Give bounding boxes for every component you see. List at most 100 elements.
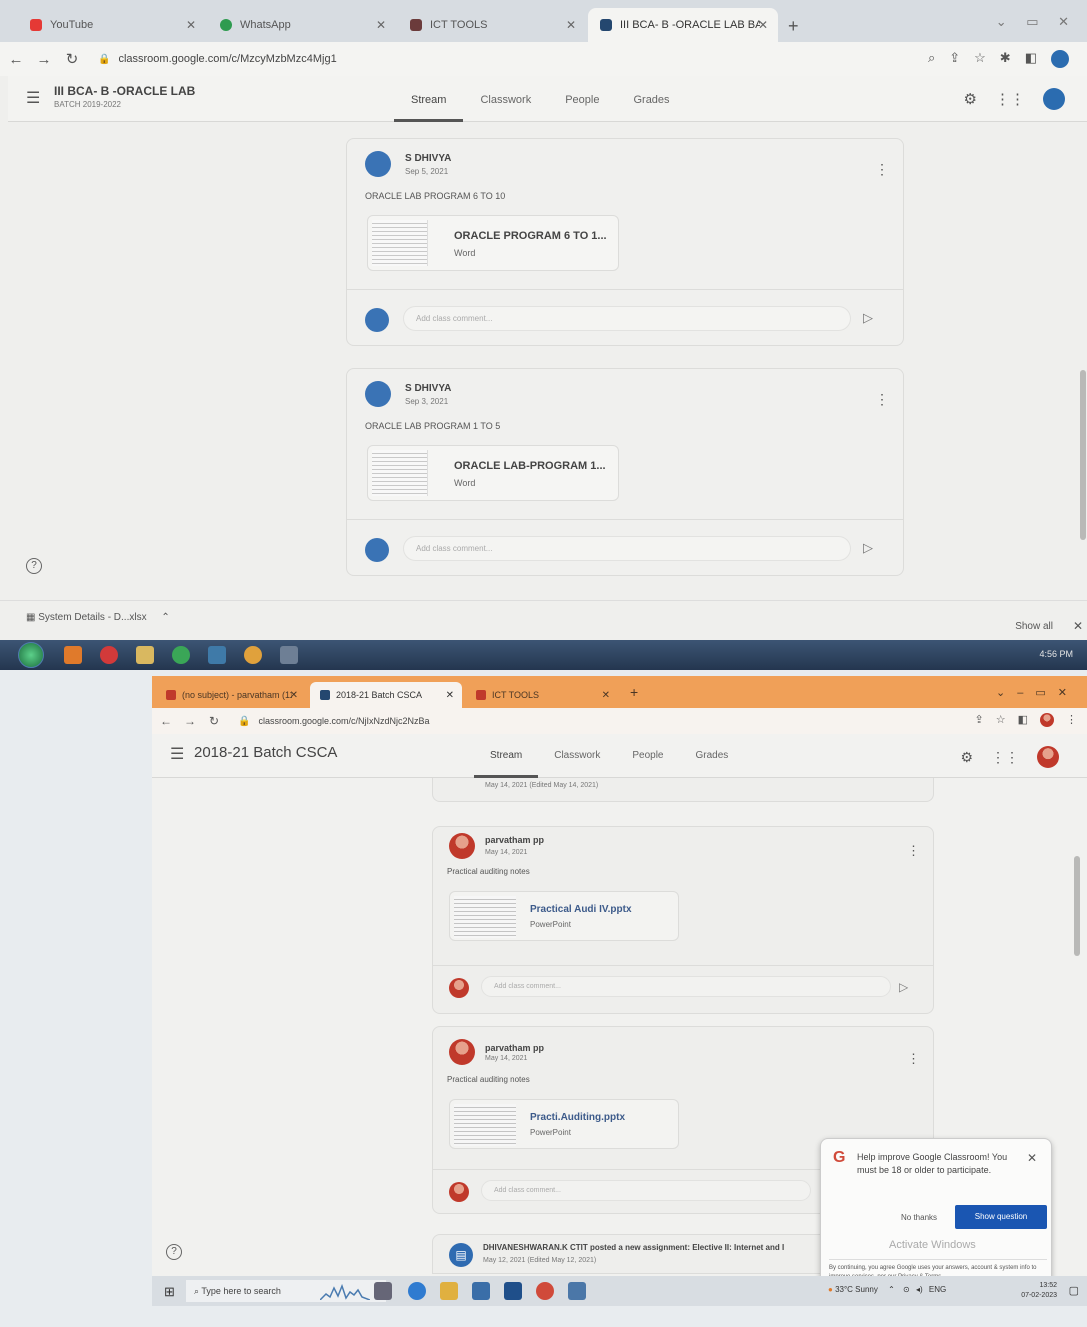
back-icon[interactable]: ← <box>4 51 28 68</box>
notification-icon[interactable]: ▢ <box>1069 1284 1079 1297</box>
more-vert-icon[interactable]: ⋮ <box>1066 713 1077 727</box>
attachment-card[interactable]: ORACLE LAB-PROGRAM 1... Word <box>367 445 619 501</box>
attachment-card[interactable]: ORACLE PROGRAM 6 TO 1... Word <box>367 215 619 271</box>
more-vert-icon[interactable]: ⋮ <box>875 391 889 408</box>
close-icon[interactable]: ✕ <box>446 690 454 701</box>
close-icon[interactable]: ✕ <box>758 18 768 32</box>
close-icon[interactable]: ✕ <box>1027 1151 1037 1165</box>
send-icon[interactable]: ▷ <box>863 310 873 326</box>
menu-icon[interactable]: ☰ <box>26 88 40 108</box>
profile-avatar[interactable] <box>1043 88 1065 110</box>
assignment-post[interactable]: ▤ DHIVANESHWARAN.K CTIT posted a new ass… <box>432 1234 832 1274</box>
tab-youtube[interactable]: YouTube ✕ <box>18 8 206 42</box>
new-tab-button[interactable]: + <box>630 684 638 700</box>
extensions-icon[interactable]: ✱ <box>1000 50 1011 68</box>
url-field[interactable]: 🔒 classroom.google.com/c/MzcyMzbMzc4Mjg1 <box>98 53 337 65</box>
sidepanel-icon[interactable]: ◧ <box>1025 50 1037 68</box>
tab-people[interactable]: People <box>548 76 616 122</box>
edge-icon[interactable] <box>408 1282 426 1300</box>
chrome-icon[interactable] <box>244 646 262 664</box>
clock[interactable]: 13:52 07-02-2023 <box>1021 1281 1057 1301</box>
star-icon[interactable]: ☆ <box>996 713 1006 727</box>
share-icon[interactable]: ⇪ <box>949 50 960 68</box>
chevron-up-icon[interactable]: ⌃ <box>161 612 169 623</box>
url-field[interactable]: 🔒 classroom.google.com/c/NjIxNzdNjc2NzBa <box>238 716 430 727</box>
apps-icon[interactable]: ⋮⋮ <box>995 90 1025 108</box>
menu-icon[interactable]: ☰ <box>170 744 184 764</box>
comment-input[interactable]: Add class comment... <box>481 976 891 997</box>
tab-people[interactable]: People <box>616 734 679 778</box>
start-button[interactable] <box>18 642 44 668</box>
close-icon[interactable]: ✕ <box>602 690 610 701</box>
attachment-card[interactable]: Practi.Auditing.pptx PowerPoint <box>449 1099 679 1149</box>
gear-icon[interactable]: ⚙ <box>964 90 977 108</box>
forward-icon[interactable]: → <box>32 51 56 68</box>
tab-ict-tools[interactable]: ICT TOOLS ✕ <box>398 8 586 42</box>
clock[interactable]: 4:56 PM <box>1039 649 1073 659</box>
close-icon[interactable]: ✕ <box>566 18 576 32</box>
scrollbar[interactable] <box>1074 856 1080 956</box>
apps-icon[interactable]: ⋮⋮ <box>991 749 1019 766</box>
reload-icon[interactable]: ↻ <box>204 714 224 728</box>
close-icon[interactable]: ✕ <box>186 18 196 32</box>
send-icon[interactable]: ▷ <box>863 540 873 556</box>
folder-icon[interactable] <box>136 646 154 664</box>
forward-icon[interactable]: → <box>180 714 200 728</box>
tab-whatsapp[interactable]: WhatsApp ✕ <box>208 8 396 42</box>
chrome-icon[interactable] <box>172 646 190 664</box>
tab-classwork[interactable]: Classwork <box>463 76 548 122</box>
tab-stream[interactable]: Stream <box>474 734 539 778</box>
lang-indicator[interactable]: ENG <box>929 1285 946 1294</box>
tab-grades[interactable]: Grades <box>680 734 745 778</box>
tab-batch-csca[interactable]: 2018-21 Batch CSCA ✕ <box>310 682 462 708</box>
profile-avatar[interactable] <box>1051 50 1069 68</box>
profile-avatar[interactable] <box>1037 746 1059 768</box>
back-icon[interactable]: ← <box>156 714 176 728</box>
class-title[interactable]: III BCA- B -ORACLE LAB <box>54 84 195 98</box>
comment-input[interactable]: Add class comment... <box>403 536 851 561</box>
task-view-icon[interactable] <box>374 1282 392 1300</box>
star-icon[interactable]: ☆ <box>974 50 986 68</box>
search-icon[interactable]: ⌕ <box>928 50 935 68</box>
new-tab-button[interactable]: + <box>788 16 799 37</box>
store-icon[interactable] <box>472 1282 490 1300</box>
more-vert-icon[interactable]: ⋮ <box>907 1051 920 1067</box>
attachment-card[interactable]: Practical Audi IV.pptx PowerPoint <box>449 891 679 941</box>
media-player-icon[interactable] <box>64 646 82 664</box>
opera-icon[interactable] <box>100 646 118 664</box>
profile-avatar[interactable] <box>1040 713 1054 727</box>
reload-icon[interactable]: ↻ <box>60 50 84 68</box>
help-icon[interactable]: ? <box>26 558 42 574</box>
windows-logo-icon[interactable]: ⊞ <box>164 1284 175 1300</box>
tab-stream[interactable]: Stream <box>394 76 464 122</box>
app-icon[interactable] <box>504 1282 522 1300</box>
tab-classwork[interactable]: Classwork <box>538 734 616 778</box>
window-controls[interactable]: ⌄–▭✕ <box>996 686 1079 699</box>
close-icon[interactable]: ✕ <box>1073 619 1083 633</box>
sidepanel-icon[interactable]: ◧ <box>1018 713 1028 727</box>
app-icon[interactable] <box>208 646 226 664</box>
tab-grades[interactable]: Grades <box>616 76 686 122</box>
window-controls[interactable]: ⌄ ▭ ✕ <box>996 14 1077 30</box>
file-explorer-icon[interactable] <box>440 1282 458 1300</box>
gear-icon[interactable]: ⚙ <box>960 749 973 766</box>
send-icon[interactable]: ▷ <box>899 980 908 994</box>
download-item[interactable]: ▦ System Details - D...xlsx ⌃ <box>26 612 170 623</box>
scrollbar[interactable] <box>1080 370 1086 540</box>
no-thanks-button[interactable]: No thanks <box>901 1213 937 1222</box>
more-vert-icon[interactable]: ⋮ <box>875 161 889 178</box>
show-all-button[interactable]: Show all <box>1015 621 1053 632</box>
more-vert-icon[interactable]: ⋮ <box>907 843 920 859</box>
comment-input[interactable]: Add class comment... <box>481 1180 811 1201</box>
close-icon[interactable]: ✕ <box>290 690 298 701</box>
system-tray[interactable]: ● 33°C Sunny ⌃ ⊙ ◂) ENG <box>828 1285 946 1294</box>
chrome-icon[interactable] <box>536 1282 554 1300</box>
tab-oracle-lab[interactable]: III BCA- B -ORACLE LAB BATCH ✕ <box>588 8 778 42</box>
app-icon[interactable] <box>280 646 298 664</box>
volume-icon[interactable]: ◂) <box>916 1285 923 1294</box>
close-icon[interactable]: ✕ <box>376 18 386 32</box>
chevron-up-icon[interactable]: ⌃ <box>888 1285 895 1294</box>
show-question-button[interactable]: Show question <box>955 1205 1047 1229</box>
class-title[interactable]: 2018-21 Batch CSCA <box>194 744 337 761</box>
help-icon[interactable]: ? <box>166 1244 182 1260</box>
